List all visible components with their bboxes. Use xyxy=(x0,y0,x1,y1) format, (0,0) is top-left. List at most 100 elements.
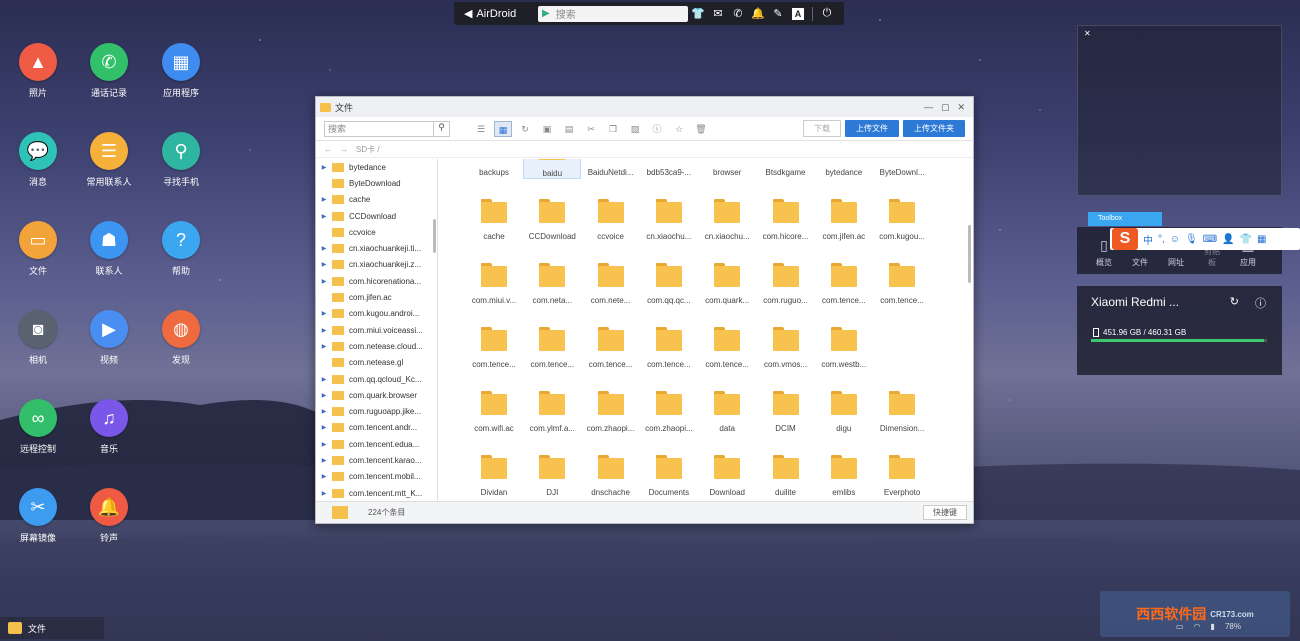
folder-item[interactable]: Download xyxy=(698,455,756,497)
forward-arrow-icon[interactable]: → xyxy=(340,145,348,154)
expand-arrow-icon[interactable]: ▶ xyxy=(316,261,332,268)
tree-item[interactable]: ▶ cn.xiaochuankeji.ti... xyxy=(316,240,437,256)
folder-item[interactable]: baidu xyxy=(523,159,582,179)
tree-item[interactable]: ▶ com.kugou.androi... xyxy=(316,306,437,322)
expand-arrow-icon[interactable]: ▶ xyxy=(316,473,332,480)
folder-item[interactable]: bytedance xyxy=(815,159,873,177)
tree-item[interactable]: ▶ com.miui.voiceassi... xyxy=(316,322,437,338)
expand-arrow-icon[interactable]: ▶ xyxy=(316,327,332,334)
shirt-icon[interactable]: 👕 xyxy=(688,7,708,20)
window-titlebar[interactable]: 文件 — ▢ ✕ xyxy=(316,97,973,117)
grid-scrollbar[interactable] xyxy=(968,225,971,283)
folder-item[interactable]: com.tence... xyxy=(873,263,931,305)
copy-icon[interactable]: ❐ xyxy=(604,121,622,137)
desktop-app-message[interactable]: 💬 消息 xyxy=(3,132,73,188)
expand-arrow-icon[interactable]: ▶ xyxy=(316,278,332,285)
refresh-icon[interactable]: ↻ xyxy=(516,121,534,137)
desktop-app-video[interactable]: ▶ 视频 xyxy=(74,310,144,366)
desktop-app-bell[interactable]: 🔔 铃声 xyxy=(74,488,144,544)
folder-item[interactable]: com.miui.v... xyxy=(465,263,523,305)
bell-icon[interactable]: 🔔 xyxy=(748,7,768,20)
folder-item[interactable]: data xyxy=(698,391,756,433)
emoji-icon[interactable]: ☺ xyxy=(1170,234,1180,245)
folder-item[interactable]: com.ylmf.a... xyxy=(523,391,581,433)
tree-item[interactable]: ▶ com.tencent.karao... xyxy=(316,452,437,468)
folder-item[interactable]: CCDownload xyxy=(523,199,581,241)
folder-item[interactable]: ByteDownl... xyxy=(873,159,931,177)
user-icon[interactable]: 👤 xyxy=(1222,234,1234,245)
expand-arrow-icon[interactable]: ▶ xyxy=(316,490,332,497)
desktop-app-scissors[interactable]: ✂ 屏幕镜像 xyxy=(3,488,73,544)
desktop-app-photo[interactable]: ▲ 照片 xyxy=(3,43,73,99)
expand-arrow-icon[interactable]: ▶ xyxy=(316,376,332,383)
folder-item[interactable]: browser xyxy=(698,159,756,177)
file-search-input[interactable]: 搜索 ⚲ xyxy=(324,120,450,137)
folder-item[interactable]: Everphoto xyxy=(873,455,931,497)
punctuation-toggle[interactable]: °, xyxy=(1158,234,1165,245)
tree-item[interactable]: ▶ cache xyxy=(316,192,437,208)
minimize-icon[interactable]: — xyxy=(924,102,933,113)
toolbar-search-input[interactable]: ▶ 搜索 xyxy=(538,5,688,22)
folder-item[interactable]: Documents xyxy=(640,455,698,497)
desktop-app-music[interactable]: ♫ 音乐 xyxy=(74,399,144,455)
folder-item[interactable]: emlibs xyxy=(815,455,873,497)
microphone-icon[interactable]: 🎙 xyxy=(1185,234,1198,245)
folder-item[interactable]: com.vmos... xyxy=(757,327,815,369)
tree-item[interactable]: ▶ bytedance xyxy=(316,159,437,175)
desktop-app-help[interactable]: ? 帮助 xyxy=(146,221,216,277)
folder-item[interactable]: com.quark... xyxy=(698,263,756,305)
taskbar-files-button[interactable]: 文件 xyxy=(0,617,104,639)
desktop-app-location[interactable]: ⚲ 寻找手机 xyxy=(146,132,216,188)
tree-item[interactable]: ccvoice xyxy=(316,224,437,240)
expand-arrow-icon[interactable]: ▶ xyxy=(316,343,332,350)
tree-item[interactable]: ▶ com.ruguoapp.jike... xyxy=(316,403,437,419)
expand-arrow-icon[interactable]: ▶ xyxy=(316,164,332,171)
folder-item[interactable]: com.hicore... xyxy=(757,199,815,241)
folder-item[interactable]: com.wifi.ac xyxy=(465,391,523,433)
expand-arrow-icon[interactable]: ▶ xyxy=(316,213,332,220)
hotkeys-button[interactable]: 快捷键 xyxy=(923,505,967,520)
maximize-icon[interactable]: ▢ xyxy=(941,102,950,113)
tree-item[interactable]: ▶ CCDownload xyxy=(316,208,437,224)
desktop-app-phone[interactable]: ✆ 通话记录 xyxy=(74,43,144,99)
power-icon[interactable]: ⏻ xyxy=(817,7,837,20)
folder-item[interactable]: dnschache xyxy=(582,455,640,497)
folder-item[interactable]: backups xyxy=(465,159,523,177)
tree-item[interactable]: ▶ com.qq.qcloud_Kc... xyxy=(316,371,437,387)
tree-item[interactable]: ▶ com.tencent.andr... xyxy=(316,420,437,436)
expand-arrow-icon[interactable]: ▶ xyxy=(316,457,332,464)
folder-item[interactable]: cn.xiaochu... xyxy=(698,199,756,241)
folder-item[interactable]: Btsdkgame xyxy=(757,159,815,177)
folder-item[interactable]: bdb53ca9-... xyxy=(640,159,698,177)
folder-item[interactable]: com.jifen.ac xyxy=(815,199,873,241)
toolbox-grid-icon[interactable]: ▦ xyxy=(1257,234,1266,245)
desktop-app-apps[interactable]: ▦ 应用程序 xyxy=(146,43,216,99)
expand-arrow-icon[interactable]: ▶ xyxy=(316,245,332,252)
close-icon[interactable]: ✕ xyxy=(957,102,965,113)
upload-file-button[interactable]: 上传文件 xyxy=(845,120,899,137)
tree-item[interactable]: ▶ com.hicorenationa... xyxy=(316,273,437,289)
info-icon[interactable]: ⓘ xyxy=(648,121,666,137)
expand-arrow-icon[interactable]: ▶ xyxy=(316,441,332,448)
folder-item[interactable]: cn.xiaochu... xyxy=(640,199,698,241)
expand-arrow-icon[interactable]: ▶ xyxy=(316,310,332,317)
folder-item[interactable]: cache xyxy=(465,199,523,241)
folder-item[interactable]: BaiduNetdi... xyxy=(582,159,640,177)
folder-item[interactable]: com.tence... xyxy=(465,327,523,369)
folder-item[interactable]: com.zhaopi... xyxy=(640,391,698,433)
folder-item[interactable]: digu xyxy=(815,391,873,433)
delete-icon[interactable]: 🗑 xyxy=(692,121,710,137)
paste-icon[interactable]: ▧ xyxy=(626,121,644,137)
folder-item[interactable]: DJI xyxy=(523,455,581,497)
upload-folder-button[interactable]: 上传文件夹 xyxy=(903,120,965,137)
folder-item[interactable]: com.tence... xyxy=(523,327,581,369)
folder-item[interactable]: duilite xyxy=(757,455,815,497)
desktop-app-contact-card[interactable]: ☰ 常用联系人 xyxy=(74,132,144,188)
folder-item[interactable]: com.westb... xyxy=(815,327,873,369)
folder-item[interactable]: com.ruguo... xyxy=(757,263,815,305)
mail-icon[interactable]: ✉ xyxy=(708,7,728,20)
grid-view-icon[interactable]: ▦ xyxy=(494,120,512,137)
folder-item[interactable]: Dividan xyxy=(465,455,523,497)
expand-arrow-icon[interactable]: ▶ xyxy=(316,196,332,203)
info-icon[interactable]: ⓘ xyxy=(1255,295,1266,311)
